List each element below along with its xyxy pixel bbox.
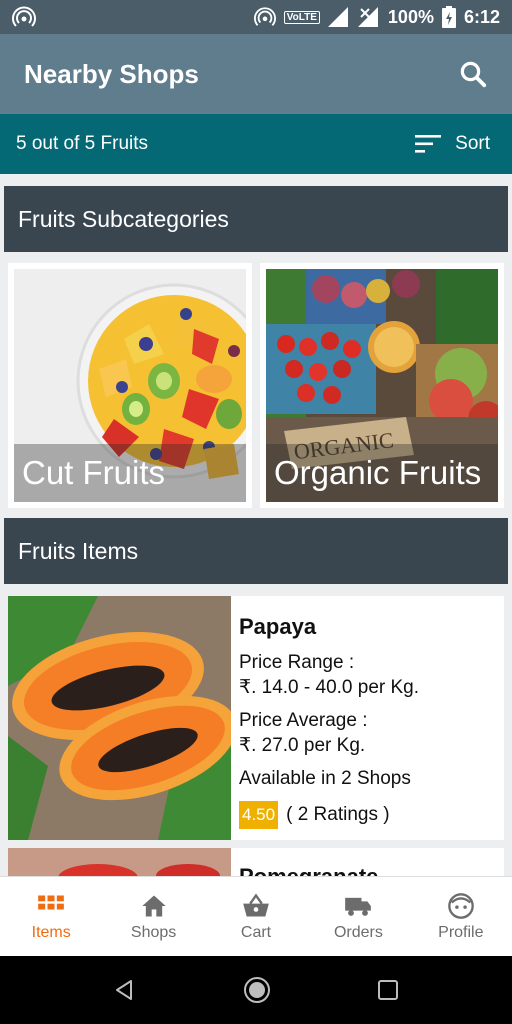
category-caption: Organic Fruits (266, 444, 498, 502)
nav-cart[interactable]: Cart (205, 877, 307, 956)
app-bar: Nearby Shops (0, 34, 512, 114)
nav-label: Orders (333, 923, 383, 941)
home-button-icon[interactable] (242, 975, 272, 1005)
organic-fruits-image: ORGANIC Organic Fruits (266, 269, 498, 502)
signal-icon (327, 7, 348, 27)
bottom-navigation: Items Shops Cart Orders Profile (0, 876, 512, 956)
pomegranate-image (8, 848, 231, 876)
category-tile-organic-fruits[interactable]: ORGANIC Organic Fruits (260, 263, 504, 508)
availability-text: Available in 2 Shops (239, 768, 411, 789)
back-icon[interactable] (113, 978, 137, 1002)
nav-shops[interactable]: Shops (102, 877, 204, 956)
cut-fruits-image: Cut Fruits (14, 269, 246, 502)
nav-label: Cart (240, 923, 272, 941)
status-bar: VoLTE 100% 6:12 (0, 0, 512, 34)
truck-icon (345, 897, 372, 916)
product-name: Papaya (239, 614, 317, 639)
product-info: Pomegranate (231, 848, 386, 876)
category-caption: Cut Fruits (14, 444, 246, 502)
nav-profile[interactable]: Profile (410, 877, 512, 956)
hotspot-icon (12, 6, 36, 27)
product-card[interactable]: Pomegranate (8, 848, 504, 876)
category-tile-cut-fruits[interactable]: Cut Fruits (8, 263, 252, 508)
sort-button[interactable]: Sort (415, 133, 490, 155)
section-title: Fruits Items (18, 537, 139, 564)
papaya-image (8, 596, 231, 840)
home-icon (141, 895, 166, 916)
rating-row: 4.50 ( 2 Ratings ) (239, 801, 419, 829)
clock: 6:12 (463, 6, 500, 27)
price-range-label: Price Range : (239, 652, 355, 673)
basket-icon (243, 892, 269, 916)
page-title: Nearby Shops (24, 58, 199, 89)
rating-badge: 4.50 (239, 801, 279, 829)
recents-icon[interactable] (377, 979, 399, 1001)
price-range-value: ₹. 14.0 - 40.0 per Kg. (239, 677, 420, 698)
sort-label: Sort (455, 133, 490, 154)
results-count: 5 out of 5 Fruits (16, 133, 149, 154)
subcategories-header: Fruits Subcategories (4, 186, 508, 252)
nav-orders[interactable]: Orders (307, 877, 409, 956)
product-info: Papaya Price Range : ₹. 14.0 - 40.0 per … (231, 596, 427, 840)
signal-x-icon (357, 7, 378, 27)
system-navigation (0, 956, 512, 1024)
price-average-value: ₹. 27.0 per Kg. (239, 735, 366, 756)
ratings-count: ( 2 Ratings ) (286, 804, 390, 825)
battery-percent: 100% (387, 6, 434, 27)
section-title: Fruits Subcategories (18, 205, 229, 232)
product-card[interactable]: Papaya Price Range : ₹. 14.0 - 40.0 per … (8, 596, 504, 840)
product-name: Pomegranate (239, 864, 378, 876)
items-header: Fruits Items (4, 518, 508, 584)
nav-label: Shops (130, 923, 177, 941)
nav-label: Profile (438, 923, 484, 941)
battery-icon (441, 6, 456, 28)
nav-items[interactable]: Items (0, 877, 102, 956)
search-icon[interactable] (458, 59, 488, 89)
volte-indicator: VoLTE (283, 10, 320, 24)
face-icon (447, 892, 474, 919)
results-bar: 5 out of 5 Fruits Sort (0, 114, 512, 174)
sort-icon (415, 135, 442, 153)
nav-label: Items (31, 923, 71, 941)
price-average-label: Price Average : (239, 710, 368, 731)
grid-icon (38, 895, 65, 909)
hotspot-icon (253, 7, 276, 26)
